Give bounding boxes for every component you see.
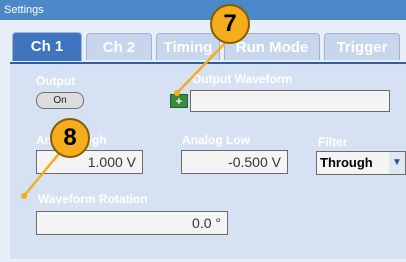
callout-8-leader [23,149,63,197]
callout-7: 7 [210,4,250,44]
settings-window: Settings Ch 1 Ch 2 Timing Run Mode Trigg… [0,0,406,262]
callout-8: 8 [50,118,90,158]
callout-7-dot [174,90,180,96]
callout-7-leader [176,39,229,94]
callout-8-dot [21,193,27,199]
